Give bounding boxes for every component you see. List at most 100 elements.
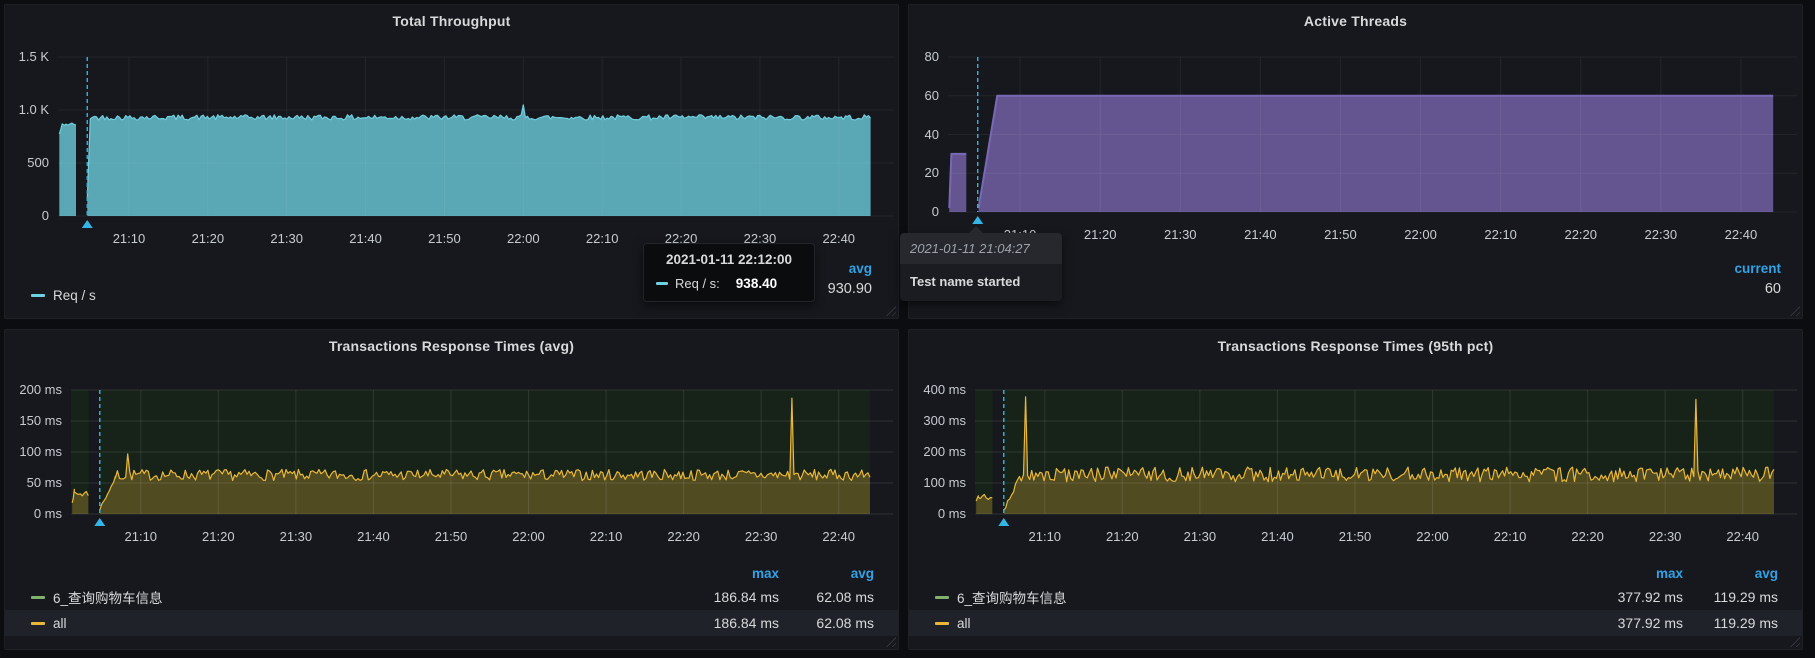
x-axis-tick-label: 21:40 <box>1261 530 1294 544</box>
y-axis-tick-label: 300 ms <box>923 414 966 428</box>
chart-canvas[interactable] <box>975 390 1797 514</box>
legend-value-avg: 62.08 ms <box>779 615 874 631</box>
panel-title[interactable]: Active Threads <box>909 13 1802 29</box>
y-axis-tick-label: 200 ms <box>19 383 62 397</box>
legend-value-avg: 62.08 ms <box>779 589 874 605</box>
y-axis-tick-label: 0 <box>932 205 939 219</box>
panel-resize-handle[interactable] <box>1790 306 1800 316</box>
legend-header-max[interactable]: max <box>684 566 779 581</box>
legend-stat-value: 930.90 <box>828 281 872 297</box>
y-axis-tick-label: 0 ms <box>34 507 62 521</box>
legend-series-toggle[interactable]: 6_查询购物车信息 <box>935 587 1588 607</box>
x-axis-tick-label: 22:10 <box>1494 530 1527 544</box>
x-axis-tick-label: 21:40 <box>349 232 382 246</box>
annotation-marker-icon[interactable] <box>998 518 1009 526</box>
legend-row: all 377.92 ms 119.29 ms <box>909 610 1802 636</box>
chart-canvas[interactable] <box>71 390 893 514</box>
chart-plot-area[interactable] <box>58 57 894 216</box>
x-axis-tick-label: 22:20 <box>1571 530 1604 544</box>
chart-plot-area[interactable] <box>71 390 893 514</box>
legend-stat-value: 60 <box>1734 281 1781 297</box>
legend-row: 6_查询购物车信息 377.92 ms 119.29 ms <box>909 584 1802 610</box>
series-color-dash <box>656 282 668 285</box>
x-axis-tick-label: 22:10 <box>1484 228 1517 242</box>
series-color-dash <box>31 622 45 625</box>
graph-hover-tooltip: 2021-01-11 22:12:00 Req / s: 938.40 <box>643 243 815 302</box>
legend-stats: avg 930.90 <box>828 261 872 297</box>
x-axis-tick-label: 22:40 <box>823 232 856 246</box>
panel-resize-handle[interactable] <box>1790 637 1800 647</box>
panel-resize-handle[interactable] <box>886 637 896 647</box>
tooltip-series-value: 938.40 <box>736 276 777 291</box>
legend-stat-header-avg[interactable]: avg <box>828 261 872 276</box>
legend-stats: current 60 <box>1734 261 1781 297</box>
legend-series-label: Req / s <box>53 288 96 303</box>
y-axis-tick-label: 100 ms <box>19 445 62 459</box>
x-axis-tick-label: 22:30 <box>745 530 778 544</box>
annotation-text: Test name started <box>900 264 1062 301</box>
x-axis-tick-label: 21:50 <box>1324 228 1357 242</box>
legend-series-label: all <box>53 616 67 631</box>
legend-series-toggle[interactable]: all <box>935 616 1588 631</box>
tooltip-caret <box>969 226 983 233</box>
legend-header-avg[interactable]: avg <box>779 566 874 581</box>
legend-table-header: max avg <box>909 562 1802 584</box>
series-color-dash <box>935 622 949 625</box>
grafana-dashboard: Total Throughput Req / s avg 930.90 0 500… <box>0 0 1815 658</box>
series-color-dash <box>31 596 45 599</box>
legend-series-toggle[interactable]: all <box>31 616 684 631</box>
annotation-marker-icon[interactable] <box>82 220 93 228</box>
x-axis-tick-label: 22:40 <box>822 530 855 544</box>
x-axis-tick-label: 21:20 <box>192 232 225 246</box>
y-axis-tick-label: 400 ms <box>923 383 966 397</box>
annotation-marker-icon[interactable] <box>972 216 983 224</box>
tooltip-timestamp: 2021-01-11 22:12:00 <box>656 252 802 267</box>
x-axis-tick-label: 22:30 <box>1645 228 1678 242</box>
x-axis-tick-label: 22:10 <box>586 232 619 246</box>
legend-series-label: all <box>957 616 971 631</box>
legend-value-max: 186.84 ms <box>684 615 779 631</box>
x-axis-tick-label: 21:40 <box>357 530 390 544</box>
chart-canvas[interactable] <box>948 57 1797 212</box>
panel-response-times-95pct: Transactions Response Times (95th pct) m… <box>908 329 1803 650</box>
chart-plot-area[interactable] <box>975 390 1797 514</box>
y-axis-tick-label: 500 <box>27 156 49 170</box>
x-axis-tick-label: 22:20 <box>667 530 700 544</box>
legend-row: all 186.84 ms 62.08 ms <box>5 610 898 636</box>
panel-title[interactable]: Transactions Response Times (95th pct) <box>909 338 1802 354</box>
panel-resize-handle[interactable] <box>886 306 896 316</box>
x-axis-tick-label: 21:10 <box>125 530 158 544</box>
legend-value-max: 377.92 ms <box>1588 589 1683 605</box>
y-axis-tick-label: 1.0 K <box>19 103 49 117</box>
legend-value-avg: 119.29 ms <box>1683 589 1778 605</box>
y-axis-tick-label: 1.5 K <box>19 50 49 64</box>
x-axis-tick-label: 22:00 <box>1416 530 1449 544</box>
x-axis-tick-label: 21:20 <box>202 530 235 544</box>
x-axis-tick-label: 21:30 <box>270 232 303 246</box>
y-axis-tick-label: 40 <box>925 128 939 142</box>
x-axis-tick-label: 22:40 <box>1725 228 1758 242</box>
annotation-marker-icon[interactable] <box>94 518 105 526</box>
tooltip-series-label: Req / s: <box>675 276 720 291</box>
chart-plot-area[interactable] <box>948 57 1797 212</box>
panel-title[interactable]: Transactions Response Times (avg) <box>5 338 898 354</box>
x-axis-tick-label: 21:30 <box>280 530 313 544</box>
legend-stat-header-current[interactable]: current <box>1734 261 1781 276</box>
legend-series-req-s[interactable]: Req / s <box>31 288 96 303</box>
legend-series-label: 6_查询购物车信息 <box>957 587 1067 607</box>
y-axis-tick-label: 100 ms <box>923 476 966 490</box>
panel-response-times-avg: Transactions Response Times (avg) max av… <box>4 329 899 650</box>
x-axis-tick-label: 22:40 <box>1726 530 1759 544</box>
panel-title[interactable]: Total Throughput <box>5 13 898 29</box>
x-axis-tick-label: 21:10 <box>113 232 146 246</box>
legend-header-max[interactable]: max <box>1588 566 1683 581</box>
legend-series-toggle[interactable]: 6_查询购物车信息 <box>31 587 684 607</box>
y-axis-tick-label: 0 ms <box>938 507 966 521</box>
legend-row: 6_查询购物车信息 186.84 ms 62.08 ms <box>5 584 898 610</box>
x-axis-tick-label: 21:20 <box>1084 228 1117 242</box>
x-axis-tick-label: 21:30 <box>1164 228 1197 242</box>
y-axis-tick-label: 150 ms <box>19 414 62 428</box>
legend-header-avg[interactable]: avg <box>1683 566 1778 581</box>
legend-series-label: 6_查询购物车信息 <box>53 587 163 607</box>
chart-canvas[interactable] <box>58 57 894 216</box>
